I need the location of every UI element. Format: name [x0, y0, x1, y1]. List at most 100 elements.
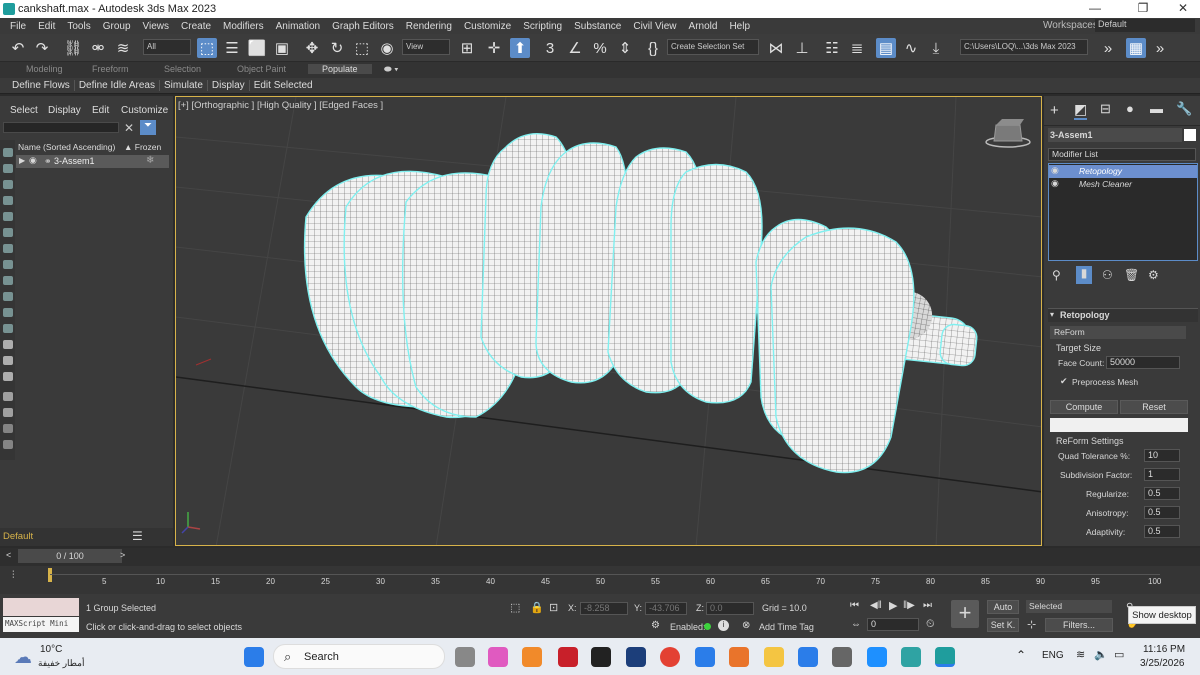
column-name-header[interactable]: Name (Sorted Ascending)	[18, 142, 115, 152]
select-children-icon[interactable]	[3, 408, 13, 417]
y-coordinate-field[interactable]: -43.706	[645, 602, 687, 615]
create-tab-icon[interactable]: +	[1050, 102, 1059, 119]
maximize-button[interactable]: ❐	[1128, 1, 1158, 15]
simulate-button[interactable]: Simulate	[160, 80, 208, 91]
ribbon-tab-object-paint[interactable]: Object Paint	[237, 64, 286, 74]
render-setup-icon[interactable]: ▦	[1126, 38, 1146, 58]
ribbon-options-icon[interactable]: ⬬ ▾	[384, 64, 399, 75]
time-config-icon[interactable]: ⏲	[926, 618, 935, 631]
link-icon[interactable]: ⛓	[63, 38, 83, 58]
workspaces-dropdown[interactable]: Default	[1095, 19, 1195, 32]
rect-selection-icon[interactable]: ⬜	[247, 38, 267, 58]
display-dependents-icon[interactable]	[3, 372, 13, 381]
select-manipulate-icon[interactable]: ✛	[484, 38, 504, 58]
named-selection-icon[interactable]: {}	[643, 38, 663, 58]
configure-modifier-sets-icon[interactable]: ⚙	[1148, 268, 1159, 282]
time-next-icon[interactable]: >	[120, 550, 125, 560]
window-crossing-icon[interactable]: ▣	[272, 38, 292, 58]
scene-explorer-toggle-icon[interactable]: ☷	[822, 38, 842, 58]
absolute-mode-icon[interactable]: ⊡	[549, 601, 558, 614]
spinner-snap-icon[interactable]: ⇕	[615, 38, 635, 58]
key-mode-icon[interactable]: ⇔	[851, 619, 861, 630]
clock-time[interactable]: 11:16 PM	[1143, 644, 1185, 655]
go-to-start-icon[interactable]: ⏮	[850, 600, 859, 611]
remove-modifier-icon[interactable]: 🗑	[1124, 268, 1139, 282]
battery-icon[interactable]: ▭	[1114, 648, 1124, 661]
explorer-menu-customize[interactable]: Customize	[121, 105, 168, 116]
display-bones-icon[interactable]	[3, 292, 13, 301]
sync-selection-icon[interactable]	[3, 440, 13, 449]
project-folder-path[interactable]: C:\Users\LOQ\...\3ds Max 2023	[960, 39, 1088, 55]
move-icon[interactable]: ✥	[302, 38, 322, 58]
display-children-icon[interactable]	[3, 340, 13, 349]
x-coordinate-field[interactable]: -8.258	[580, 602, 628, 615]
search-box[interactable]: ⌕ Search	[273, 644, 445, 669]
explorer-menu-display[interactable]: Display	[48, 105, 81, 116]
next-frame-icon[interactable]: ‖▶	[903, 600, 915, 611]
weather-temperature[interactable]: 10°C	[40, 644, 62, 655]
time-tag-icon[interactable]: ⊗	[742, 620, 750, 631]
display-all-icon[interactable]	[3, 148, 13, 157]
selection-filter-dropdown[interactable]: All	[143, 39, 191, 55]
notepad-icon[interactable]	[695, 647, 715, 667]
angle-snap-icon[interactable]: ∠	[565, 38, 585, 58]
object-name[interactable]: 3-Assem1	[54, 156, 95, 166]
store-icon[interactable]	[867, 647, 887, 667]
pin-stack-icon[interactable]: ⚲	[1052, 268, 1061, 282]
copilot-icon[interactable]	[488, 647, 508, 667]
selection-lock-icon[interactable]: 🔒	[530, 601, 544, 614]
explorer-menu-edit[interactable]: Edit	[92, 105, 109, 116]
filters-button[interactable]: Filters...	[1045, 618, 1113, 632]
menu-views[interactable]: Views	[137, 21, 176, 32]
enabled-indicator[interactable]	[704, 623, 711, 630]
close-button[interactable]: ✕	[1168, 1, 1198, 15]
anisotropy-spinner[interactable]: 0.5	[1144, 506, 1180, 519]
remote-desktop-icon[interactable]	[901, 647, 921, 667]
frozen-snowflake-icon[interactable]: ❄	[146, 155, 154, 166]
filter-funnel-icon[interactable]	[3, 392, 13, 401]
face-count-spinner[interactable]: 50000	[1106, 356, 1180, 369]
schematic-view-icon[interactable]: ⤓	[926, 38, 946, 58]
maxscript-listener-top[interactable]	[3, 598, 79, 616]
select-by-name-icon[interactable]: ☰	[222, 38, 242, 58]
percent-snap-icon[interactable]: %	[590, 38, 610, 58]
viewport-orthographic[interactable]	[175, 96, 1042, 546]
placement-icon[interactable]: ◉	[377, 38, 397, 58]
method-dropdown[interactable]: ReForm	[1050, 326, 1186, 339]
menu-graph-editors[interactable]: Graph Editors	[326, 21, 400, 32]
tray-overflow-icon[interactable]: ⌃	[1016, 648, 1026, 662]
hierarchy-tab-icon[interactable]: ⊟	[1100, 101, 1111, 117]
modifier-eye-icon[interactable]: ◉	[1051, 178, 1059, 189]
expand-arrow-icon[interactable]: ▶	[19, 156, 25, 165]
solidworks-icon[interactable]	[558, 647, 578, 667]
curve-editor-icon[interactable]: ∿	[901, 38, 921, 58]
scale-icon[interactable]: ⬚	[352, 38, 372, 58]
display-xrefs-icon[interactable]	[3, 276, 13, 285]
explorer-row[interactable]: ▶ ◉ ⚭ 3-Assem1 ❄	[16, 155, 169, 168]
align-icon[interactable]: ⊥	[792, 38, 812, 58]
viewport-label[interactable]: [+] [Orthographic ] [High Quality ] [Edg…	[178, 100, 383, 111]
reference-coord-dropdown[interactable]: View	[402, 39, 450, 55]
expand-toolbar-icon[interactable]: »	[1098, 38, 1118, 58]
language-indicator[interactable]: ENG	[1042, 650, 1064, 661]
previous-frame-icon[interactable]: ◀‖	[870, 600, 882, 611]
ribbon-toggle-icon[interactable]: ▤	[876, 38, 896, 58]
display-button[interactable]: Display	[208, 80, 250, 91]
visibility-eye-icon[interactable]: ◉	[29, 155, 37, 166]
z-coordinate-field[interactable]: 0.0	[706, 602, 754, 615]
time-slider[interactable]: 0 / 100	[18, 549, 122, 563]
mcd-icon[interactable]	[591, 647, 611, 667]
make-unique-icon[interactable]: ⚇	[1102, 268, 1113, 282]
display-containers-icon[interactable]	[3, 308, 13, 317]
preprocess-checkbox[interactable]: ✔	[1060, 376, 1068, 387]
display-geometry-icon[interactable]	[3, 164, 13, 173]
curve-editor-mini-icon[interactable]: ⫶	[12, 570, 15, 581]
volume-icon[interactable]: 🔈	[1094, 648, 1108, 661]
object-color-swatch[interactable]	[1184, 129, 1196, 141]
ribbon-tab-populate[interactable]: Populate	[308, 64, 372, 74]
layer-explorer-icon[interactable]: ≣	[847, 38, 867, 58]
display-shapes-icon[interactable]	[3, 180, 13, 189]
wifi-icon[interactable]: ≋	[1076, 648, 1085, 661]
track-bar[interactable]: ⫶ 5 10 15 20 25 30 35 40 45 50 55 60 65 …	[0, 566, 1200, 594]
revit-icon[interactable]	[626, 647, 646, 667]
